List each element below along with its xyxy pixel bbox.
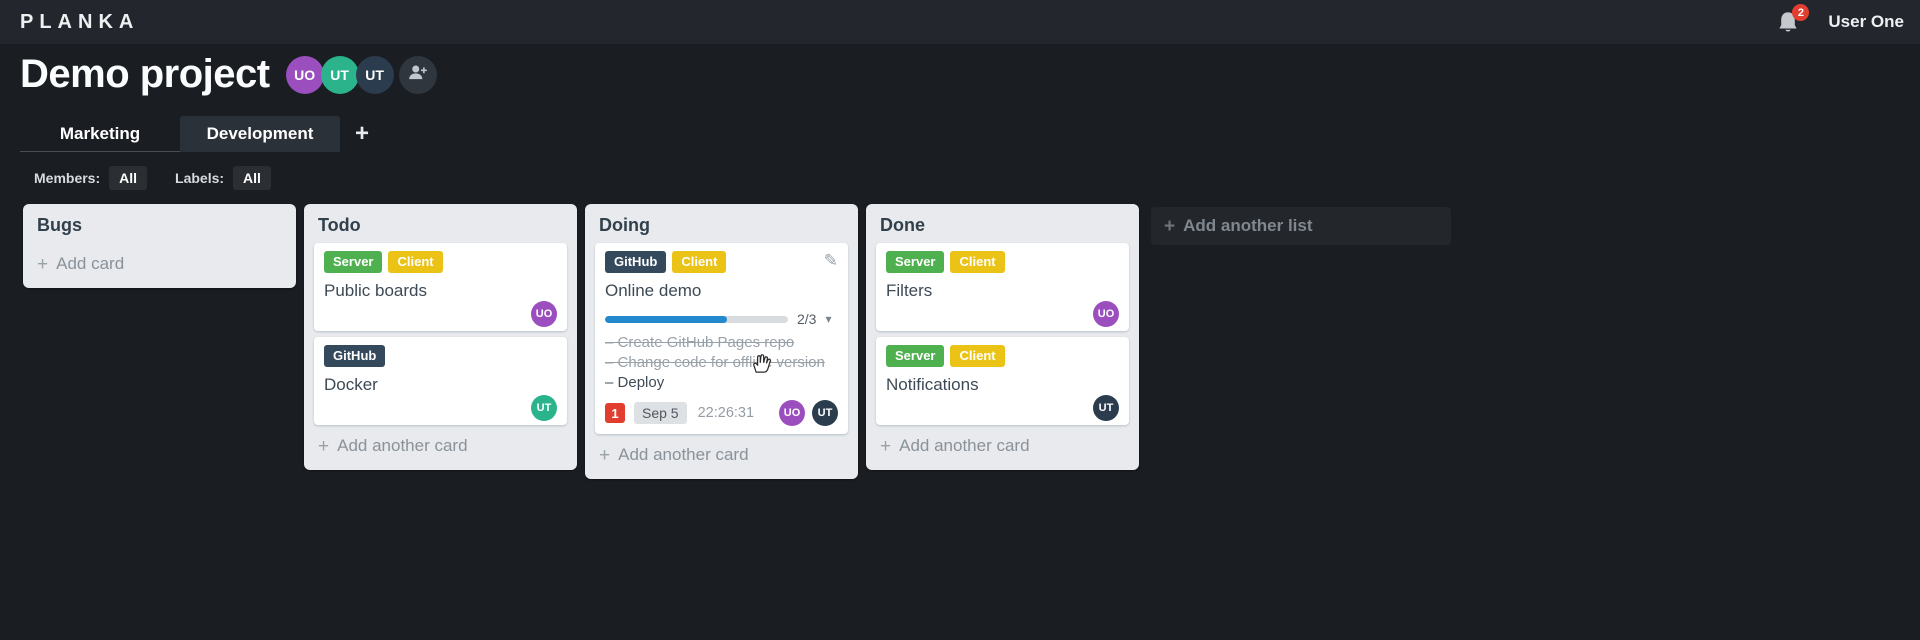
list-title[interactable]: Todo xyxy=(304,204,577,243)
tab-marketing[interactable]: Marketing xyxy=(20,116,180,152)
labels-filter: Labels: All xyxy=(175,166,271,190)
tasks-progress-row: 2/3 ▾ xyxy=(605,311,838,327)
avatar-ut[interactable]: UT xyxy=(531,395,557,421)
add-card-button[interactable]: Add card xyxy=(23,243,296,288)
bell-icon xyxy=(1776,12,1800,39)
members-filter-label: Members: xyxy=(34,170,101,186)
edit-card-icon[interactable]: ✎ xyxy=(824,251,838,271)
task-item[interactable]: Create GitHub Pages repo xyxy=(605,333,838,353)
card-public-boards[interactable]: Server Client Public boards UO xyxy=(314,243,567,331)
card-title: Public boards xyxy=(324,281,428,300)
avatar-uo[interactable]: UO xyxy=(285,55,324,94)
label-server[interactable]: Server xyxy=(886,345,945,367)
list-title[interactable]: Doing xyxy=(585,204,858,243)
add-user-icon xyxy=(407,62,428,88)
labels-row: GitHub xyxy=(324,345,557,367)
timer-badge[interactable]: 22:26:31 xyxy=(698,405,754,421)
project-header: Demo project UO UT UT xyxy=(20,52,437,97)
chevron-down-icon[interactable]: ▾ xyxy=(825,312,831,326)
avatar-ut[interactable]: UT xyxy=(1093,395,1119,421)
list-bugs: BugsAdd card xyxy=(23,204,296,288)
label-server[interactable]: Server xyxy=(324,251,383,273)
add-list-button[interactable]: Add another list xyxy=(1151,207,1451,245)
card-title: Notifications xyxy=(886,375,979,394)
add-member-button[interactable] xyxy=(398,55,437,94)
label-client[interactable]: Client xyxy=(388,251,443,273)
card-docker[interactable]: GitHub Docker UT xyxy=(314,337,567,425)
members-filter-value[interactable]: All xyxy=(109,166,148,190)
add-card-button[interactable]: Add another card xyxy=(585,434,858,479)
avatar-ut2[interactable]: UT xyxy=(355,55,394,94)
card-badges-row: 1 Sep 5 22:26:31 UO UT xyxy=(605,400,838,426)
card-avatars: UO xyxy=(324,301,557,327)
card-filters[interactable]: Server Client Filters UO xyxy=(876,243,1129,331)
list-done: Done Server Client Filters UO Server Client Not… xyxy=(866,204,1139,470)
labels-row: Server Client xyxy=(886,345,1119,367)
progress-bar xyxy=(605,315,788,323)
avatar-uo[interactable]: UO xyxy=(1093,301,1119,327)
progress-bar-fill xyxy=(605,315,728,323)
labels-row: Server Client xyxy=(324,251,557,273)
planka-logo: PLANKA xyxy=(20,10,140,33)
top-bar: PLANKA 2 User One xyxy=(0,0,1920,44)
avatar-uo[interactable]: UO xyxy=(779,400,805,426)
card-online-demo[interactable]: GitHubClient✎Online demo2/3▾Create GitHu… xyxy=(595,243,848,434)
user-menu-button[interactable]: User One xyxy=(1828,12,1904,32)
add-board-button[interactable]: + xyxy=(340,116,384,152)
card-avatars: UT xyxy=(886,395,1119,421)
topbar-right: 2 User One xyxy=(1776,4,1904,35)
list-todo: Todo Server Client Public boards UO GitHub Doc… xyxy=(304,204,577,470)
labels-filter-value[interactable]: All xyxy=(233,166,271,190)
members-filter: Members: All xyxy=(34,166,148,190)
project-title: Demo project xyxy=(20,52,270,96)
due-date-badge[interactable]: Sep 5 xyxy=(634,402,687,424)
add-card-button[interactable]: Add another card xyxy=(304,425,577,470)
project-members: UO UT UT xyxy=(285,55,437,94)
card-title: Online demo xyxy=(605,281,702,300)
list-doing: DoingGitHubClient✎Online demo2/3▾Create … xyxy=(585,204,858,479)
board-tabs: Marketing Development + xyxy=(20,116,384,152)
card-title: Filters xyxy=(886,281,933,300)
list-title[interactable]: Done xyxy=(866,204,1139,243)
task-list: Create GitHub Pages repoChange code for … xyxy=(605,333,838,393)
cards-container: GitHubClient✎Online demo2/3▾Create GitHu… xyxy=(585,243,858,434)
progress-label: 2/3 xyxy=(797,311,817,327)
filter-bar: Members: All Labels: All xyxy=(34,166,289,190)
board: BugsAdd cardTodoServerClientPublic board… xyxy=(23,204,1451,479)
avatar-ut[interactable]: UT xyxy=(320,55,359,94)
notifications-button[interactable]: 2 xyxy=(1776,4,1810,35)
notification-count-badge: 2 xyxy=(1792,4,1810,21)
label-server[interactable]: Server xyxy=(886,251,945,273)
task-item[interactable]: Change code for offline version xyxy=(605,353,838,373)
avatar-uo[interactable]: UO xyxy=(531,301,557,327)
cards-container: Server Client Public boards UO GitHub Docker U… xyxy=(304,243,577,425)
avatar-ut[interactable]: UT xyxy=(812,400,838,426)
card-notifications[interactable]: Server Client Notifications UT xyxy=(876,337,1129,425)
planka-app: PLANKA 2 User One Demo project UO UT UT xyxy=(0,0,1920,640)
label-client[interactable]: Client xyxy=(950,345,1005,367)
card-avatars: UO xyxy=(886,301,1119,327)
add-card-button[interactable]: Add another card xyxy=(866,425,1139,470)
labels-row: GitHub Client xyxy=(605,251,838,273)
label-github[interactable]: GitHub xyxy=(605,251,667,273)
label-client[interactable]: Client xyxy=(672,251,727,273)
label-client[interactable]: Client xyxy=(950,251,1005,273)
card-title: Docker xyxy=(324,375,378,394)
labels-row: Server Client xyxy=(886,251,1119,273)
tab-development[interactable]: Development xyxy=(180,116,340,152)
task-item[interactable]: Deploy xyxy=(605,373,838,393)
card-avatars: UT xyxy=(324,395,557,421)
labels-filter-label: Labels: xyxy=(175,170,225,186)
label-github[interactable]: GitHub xyxy=(324,345,386,367)
cards-container: Server Client Filters UO Server Client Notific… xyxy=(866,243,1139,425)
add-list-label: Add another list xyxy=(1183,216,1313,235)
card-alert-badge: 1 xyxy=(605,403,625,423)
list-title[interactable]: Bugs xyxy=(23,204,296,243)
